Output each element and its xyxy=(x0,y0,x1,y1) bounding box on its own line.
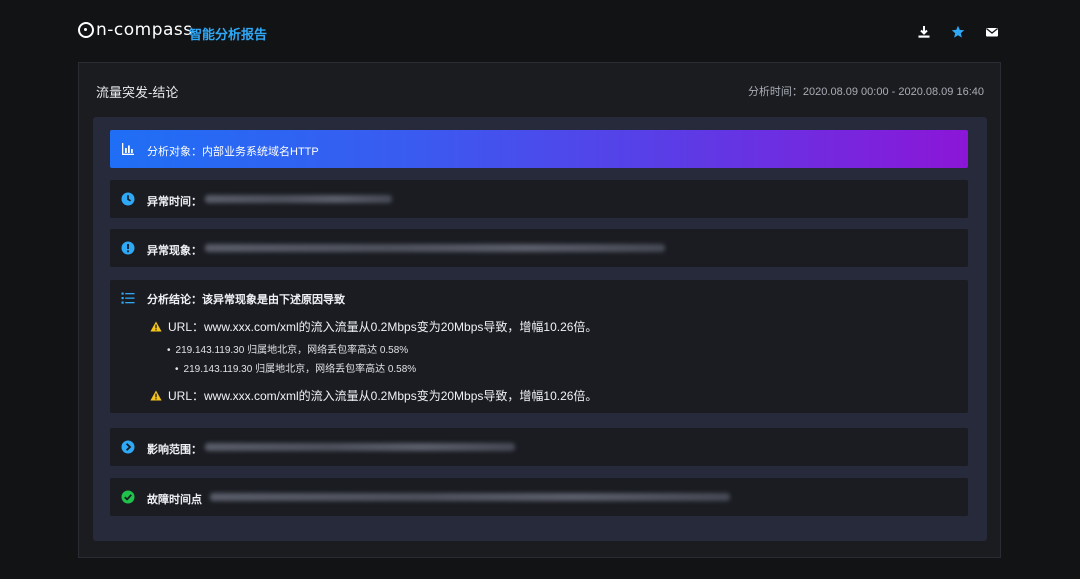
chevron-right-circle-icon xyxy=(121,440,135,454)
analysis-conclusion-row: 分析结论：该异常现象是由下述原因导致 URL：www.xxx.com/xml的流… xyxy=(110,280,968,413)
download-icon xyxy=(918,26,930,38)
analysis-target-row: 分析对象：内部业务系统域名HTTP xyxy=(110,130,968,168)
redacted-value xyxy=(205,443,515,451)
redacted-value xyxy=(205,195,392,203)
ip-detail-item: 219.143.119.30 归属地北京，网络丢包率高达 0.58% xyxy=(175,360,417,375)
impact-scope-label: 影响范围： xyxy=(147,444,202,456)
conclusion-url-item: URL：www.xxx.com/xml的流入流量从0.2Mbps变为20Mbps… xyxy=(150,318,597,335)
panel-title: 流量突发-结论 xyxy=(96,85,179,100)
abnormal-phenomenon-label: 异常现象： xyxy=(147,245,202,257)
redacted-value xyxy=(205,244,665,252)
logo-text: n-compass xyxy=(96,20,193,40)
report-body: 分析对象：内部业务系统域名HTTP 异常时间： 异常现象： 分析结论：该异常现象… xyxy=(93,117,987,541)
abnormal-time-row: 异常时间： xyxy=(110,180,968,218)
logo-mark-icon xyxy=(78,22,94,38)
redacted-value xyxy=(210,493,730,501)
list-icon xyxy=(121,292,135,304)
conclusion-url-text: URL：www.xxx.com/xml的流入流量从0.2Mbps变为20Mbps… xyxy=(168,389,598,403)
clock-icon xyxy=(121,192,135,206)
bar-chart-icon xyxy=(122,143,134,155)
favorite-button[interactable] xyxy=(950,24,966,40)
app-subtitle: 智能分析报告 xyxy=(189,27,268,42)
analysis-time-range: 分析时间：2020.08.09 00:00 - 2020.08.09 16:40 xyxy=(747,86,984,98)
analysis-conclusion-label: 分析结论：该异常现象是由下述原因导致 xyxy=(147,294,345,306)
check-circle-icon xyxy=(121,490,135,504)
impact-scope-row: 影响范围： xyxy=(110,428,968,466)
info-icon xyxy=(121,241,135,255)
conclusion-url-item: URL：www.xxx.com/xml的流入流量从0.2Mbps变为20Mbps… xyxy=(150,387,597,404)
report-panel: 流量突发-结论 分析时间：2020.08.09 00:00 - 2020.08.… xyxy=(78,62,1001,558)
download-button[interactable] xyxy=(916,24,932,40)
mail-icon xyxy=(986,28,998,37)
conclusion-url-text: URL：www.xxx.com/xml的流入流量从0.2Mbps变为20Mbps… xyxy=(168,320,598,334)
fault-time-label: 故障时间点 xyxy=(147,494,202,506)
toolbar xyxy=(916,24,1000,40)
top-bar: n-compass 智能分析报告 xyxy=(0,0,1080,62)
logo[interactable]: n-compass xyxy=(78,20,193,40)
analysis-target-label: 分析对象：内部业务系统域名HTTP xyxy=(147,146,319,158)
abnormal-time-label: 异常时间： xyxy=(147,196,202,208)
abnormal-phenomenon-row: 异常现象： xyxy=(110,229,968,267)
mail-button[interactable] xyxy=(984,24,1000,40)
ip-detail-item: 219.143.119.30 归属地北京，网络丢包率高达 0.58% xyxy=(167,341,409,356)
fault-time-row: 故障时间点 xyxy=(110,478,968,516)
warning-icon xyxy=(150,390,162,401)
warning-icon xyxy=(150,321,162,332)
star-icon xyxy=(951,25,965,38)
